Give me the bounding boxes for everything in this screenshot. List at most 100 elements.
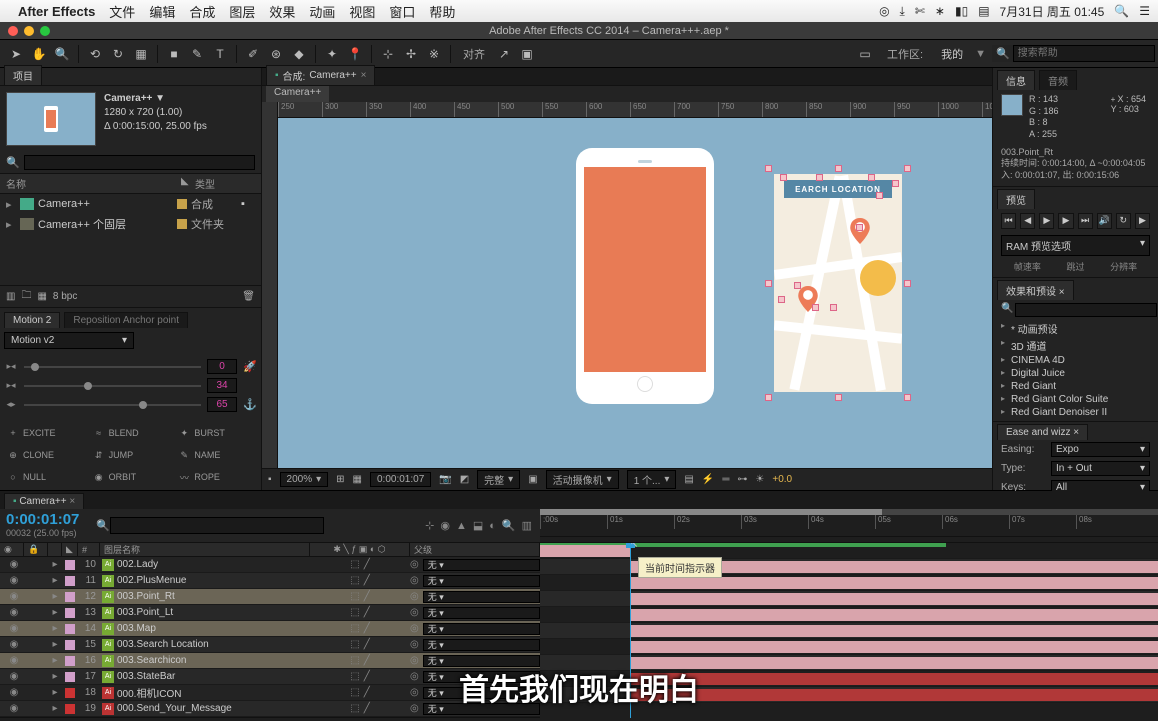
layer-row[interactable]: ◉▸15Ai003.Search Location⬚╱◎无 ▾ (0, 637, 540, 653)
flag-icon[interactable]: ▤ (978, 4, 989, 18)
tl-icon[interactable]: ◐ (489, 520, 496, 532)
motion-rope-button[interactable]: 〰ROPE (175, 468, 257, 486)
col-parent[interactable]: 父级 (410, 543, 540, 556)
timeline-time-ruler[interactable]: :00s01s02s03s04s05s06s07s08s (540, 509, 1158, 542)
reset-exposure-icon[interactable]: ☀ (755, 474, 764, 485)
menu-item[interactable]: 编辑 (149, 5, 175, 20)
menu-item[interactable]: 图层 (229, 5, 255, 20)
motion-blend-button[interactable]: ≈BLEND (90, 424, 172, 442)
type-dd[interactable]: In + Out▾ (1051, 461, 1150, 476)
motion-name-button[interactable]: ✎NAME (175, 446, 257, 464)
tl-icon[interactable]: ▥ (522, 519, 532, 532)
roi-icon[interactable]: ▣ (528, 474, 537, 485)
comp-subtab[interactable]: Camera++ (266, 86, 329, 102)
project-tab[interactable]: 项目 (4, 65, 42, 85)
motion-null-button[interactable]: ○NULL (4, 468, 86, 486)
anchor-icon[interactable]: ⚓ (243, 398, 257, 411)
comp-tab[interactable]: ▪合成: Camera++ × (266, 65, 375, 85)
clone-tool[interactable]: ⊛ (266, 44, 286, 64)
ruler-horizontal[interactable]: 2503003504004505005506006507007508008509… (278, 102, 992, 118)
audio-tab[interactable]: 音频 (1039, 70, 1077, 90)
preview-tab[interactable]: 预览 (997, 189, 1035, 209)
easing-dd[interactable]: Expo▾ (1051, 442, 1150, 457)
tl-icon[interactable]: ⊹ (425, 519, 434, 532)
fx-category[interactable]: 3D 通道 (1001, 337, 1150, 354)
phone-mockup[interactable] (576, 148, 714, 404)
tl-icon[interactable]: ◉ (440, 519, 450, 532)
layer-row[interactable]: ◉▸13Ai003.Point_Lt⬚╱◎无 ▾ (0, 605, 540, 621)
menu-item[interactable]: 帮助 (429, 5, 455, 20)
first-frame-button[interactable]: ⏮ (1001, 213, 1016, 229)
camera-dd[interactable]: 活动摄像机▾ (546, 470, 619, 489)
sync-settings-icon[interactable]: ▭ (855, 44, 875, 64)
channel-icon[interactable]: ◩ (460, 474, 469, 485)
fx-category[interactable]: Digital Juice (1001, 367, 1150, 380)
local-axis-icon[interactable]: ⊹ (378, 44, 398, 64)
fx-category[interactable]: Red Giant (1001, 380, 1150, 393)
next-frame-button[interactable]: ▶ (1058, 213, 1073, 229)
mute-button[interactable]: 🔊 (1097, 213, 1112, 229)
close-icon[interactable]: × (69, 496, 75, 507)
cloud-icon[interactable]: ⤓ (900, 4, 905, 19)
motion-tab[interactable]: Motion 2 (4, 312, 60, 328)
composition-canvas[interactable]: EARCH LOCATION (278, 118, 992, 468)
motion-orbit-button[interactable]: ◉ORBIT (90, 468, 172, 486)
link-icon[interactable]: 🚀 (243, 360, 257, 373)
col-type[interactable]: 类型 (195, 176, 255, 191)
rotate-tool[interactable]: ↻ (108, 44, 128, 64)
map-pin-right[interactable] (850, 218, 870, 244)
folder-icon[interactable]: 🗀 (21, 288, 31, 305)
world-axis-icon[interactable]: ✢ (401, 44, 421, 64)
interpret-icon[interactable]: ▥ (6, 291, 15, 302)
slider-val-2[interactable]: 65 (207, 397, 237, 412)
zoom-dd[interactable]: 200%▾ (280, 472, 329, 487)
fx-category[interactable]: * 动画预设 (1001, 320, 1150, 337)
scissors-icon[interactable]: ✄ (915, 4, 925, 18)
info-tab[interactable]: 信息 (997, 70, 1035, 90)
close-icon[interactable]: × (1059, 287, 1065, 298)
play-button[interactable]: ▶ (1039, 213, 1054, 229)
orbit-tool[interactable]: ⟲ (85, 44, 105, 64)
timeline-timecode[interactable]: 0:00:01:07 (6, 511, 84, 528)
menu-item[interactable]: 合成 (189, 5, 215, 20)
layer-row[interactable]: ◉▸10Ai002.Lady⬚╱◎无 ▾ (0, 557, 540, 573)
bluetooth-icon[interactable]: ∗ (935, 4, 945, 18)
menu-item[interactable]: 窗口 (389, 5, 415, 20)
reposition-tab[interactable]: Reposition Anchor point (64, 312, 188, 328)
grid-icon[interactable]: ▦ (353, 474, 362, 485)
workspace-value[interactable]: 我的 (941, 46, 963, 62)
effects-search-input[interactable] (1015, 303, 1157, 317)
layer-row[interactable]: ◉▸14Ai003.Map⬚╱◎无 ▾ (0, 621, 540, 637)
layer-row[interactable]: ◉▸12Ai003.Point_Rt⬚╱◎无 ▾ (0, 589, 540, 605)
slider-val-1[interactable]: 34 (207, 378, 237, 393)
project-row[interactable]: ▸Camera++ 个固层文件夹 (0, 214, 261, 234)
col-layer-name[interactable]: 图层名称 (100, 543, 310, 556)
col-label-icon[interactable]: ◣ (181, 176, 195, 191)
notif-icon[interactable]: ☰ (1139, 4, 1150, 18)
motion-jump-button[interactable]: ⇵JUMP (90, 446, 172, 464)
battery-icon[interactable]: ▮▯ (955, 4, 968, 18)
ruler-vertical[interactable] (262, 102, 278, 468)
brush-tool[interactable]: ✐ (243, 44, 263, 64)
snapshot-icon[interactable]: 📷 (439, 474, 451, 485)
fx-category[interactable]: Red Giant Color Suite (1001, 393, 1150, 406)
rect-tool[interactable]: ■ (164, 44, 184, 64)
project-search-input[interactable] (24, 155, 255, 170)
eraser-tool[interactable]: ◆ (289, 44, 309, 64)
col-name[interactable]: 名称 (6, 176, 181, 191)
motion-burst-button[interactable]: ✦BURST (175, 424, 257, 442)
flowchart-icon[interactable]: ⊶ (737, 474, 747, 485)
timeline-icon[interactable]: ═ (722, 474, 729, 485)
tl-icon[interactable]: 🔍 (502, 519, 516, 532)
slider-val-0[interactable]: 0 (207, 359, 237, 374)
res-icon[interactable]: ⊞ (336, 474, 344, 485)
ease-tab[interactable]: Ease and wizz × (997, 424, 1088, 440)
fx-category[interactable]: CINEMA 4D (1001, 354, 1150, 367)
close-icon[interactable]: × (1073, 427, 1079, 438)
hand-tool[interactable]: ✋ (29, 44, 49, 64)
fx-category[interactable]: Red Giant Denoiser II (1001, 406, 1150, 419)
tl-icon[interactable]: ⬓ (473, 519, 483, 532)
fast-preview-icon[interactable]: ⚡ (702, 474, 714, 485)
tl-icon[interactable]: ▲ (456, 520, 467, 532)
project-row[interactable]: ▸Camera++合成▪ (0, 194, 261, 214)
